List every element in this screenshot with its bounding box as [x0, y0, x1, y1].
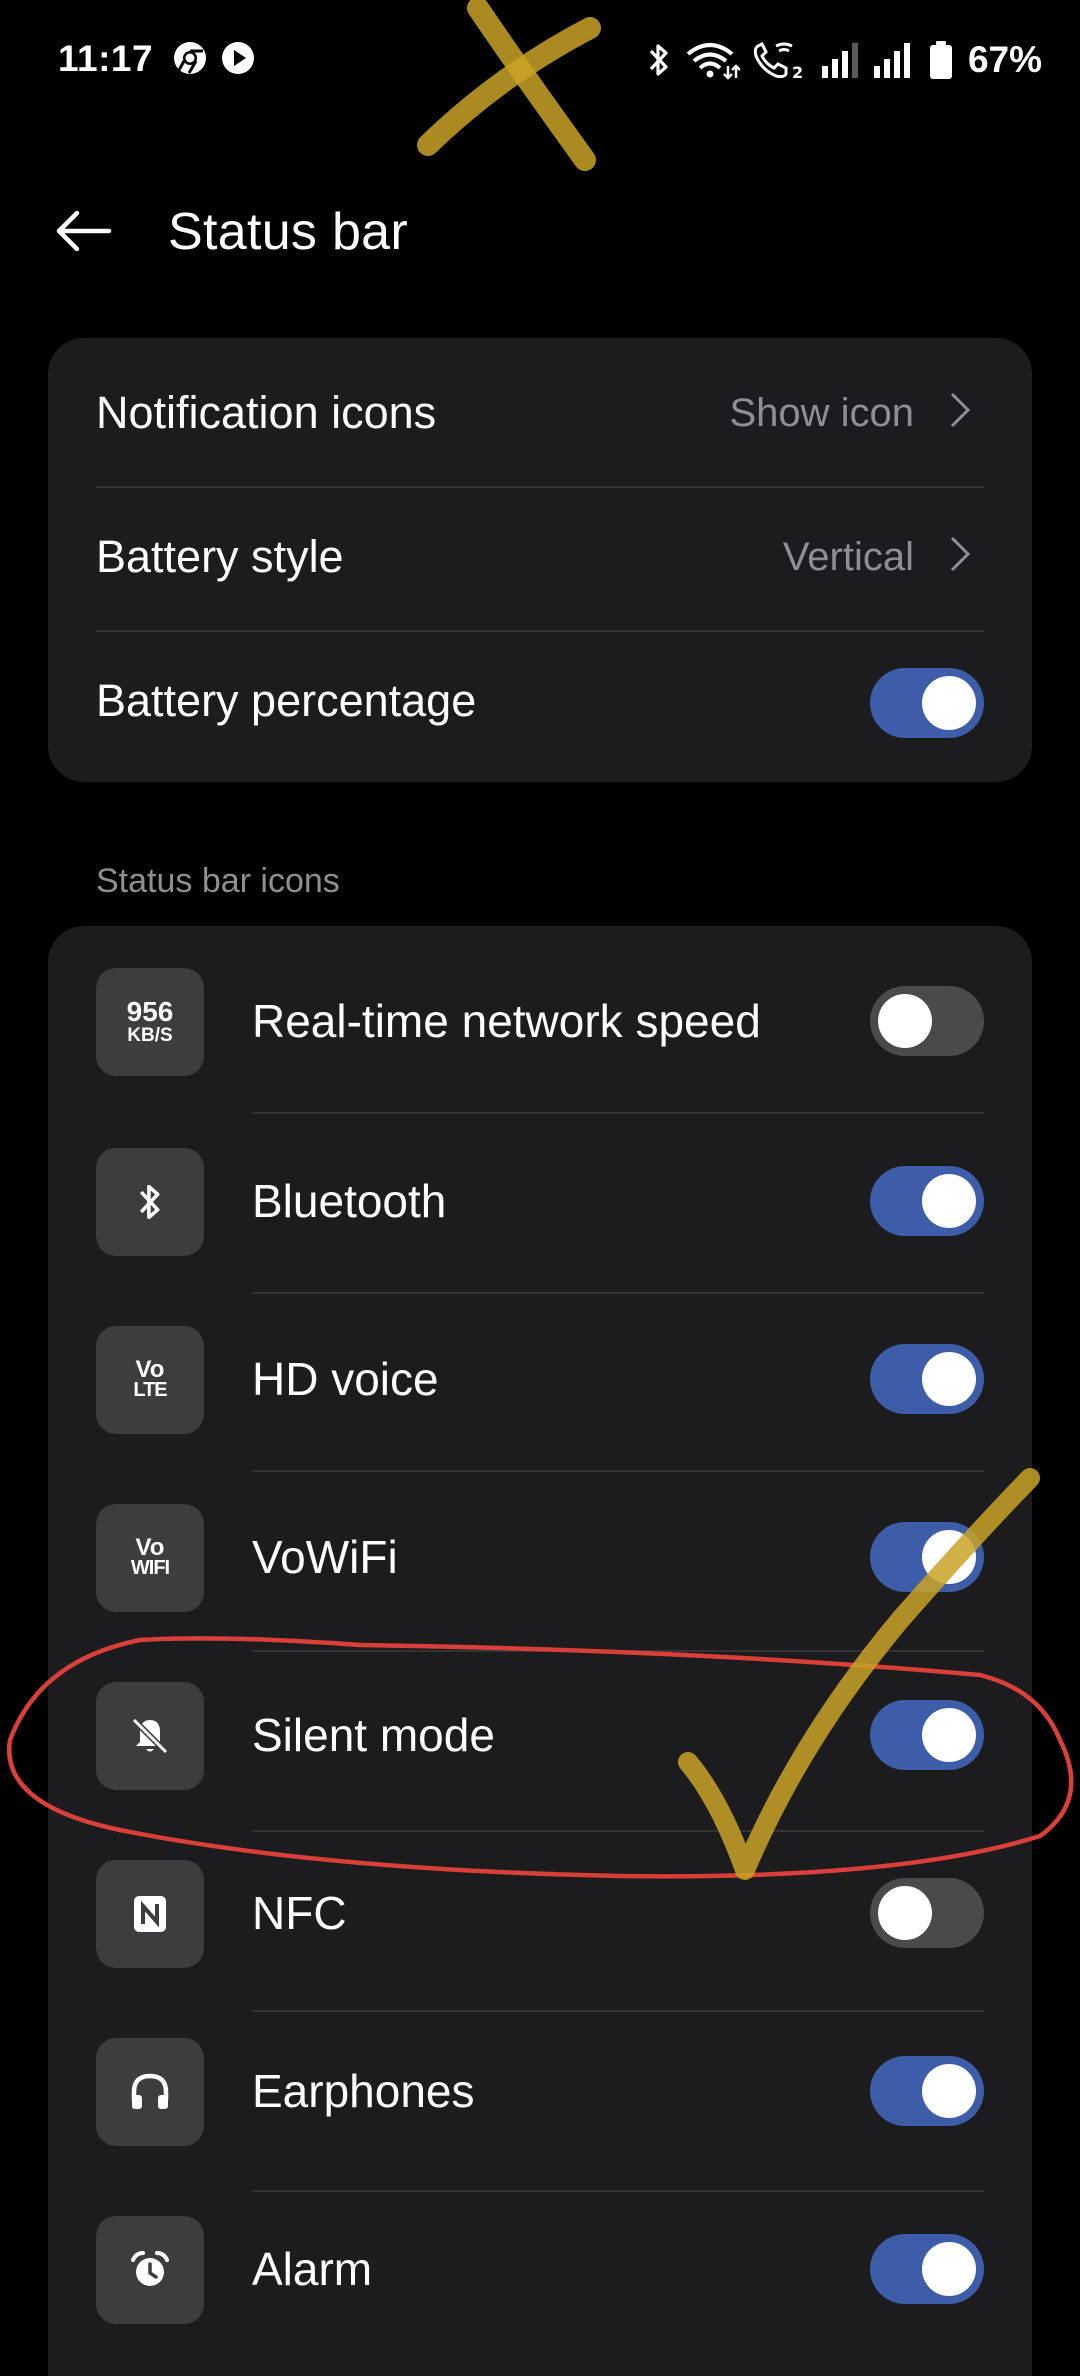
battery-percentage-row[interactable]: Battery percentage — [48, 632, 1032, 782]
row-label: VoWiFi — [252, 1531, 398, 1583]
row-label: Bluetooth — [252, 1175, 447, 1227]
toggle-knob — [922, 1708, 976, 1762]
section-header: Status bar icons — [96, 862, 340, 900]
icon-text: KB/S — [127, 1025, 173, 1046]
icon-text: Vo — [135, 1356, 165, 1383]
row-label: Notification icons — [96, 387, 437, 438]
play-icon — [222, 42, 254, 74]
bluetooth-row[interactable]: Bluetooth — [48, 1112, 1032, 1292]
row-label: Real-time network speed — [252, 995, 761, 1047]
general-settings-card: Notification icons Show icon Battery sty… — [48, 338, 1032, 782]
network-speed-icon: 956 KB/S — [96, 968, 204, 1076]
toggle-knob — [922, 1530, 976, 1584]
nfc-icon — [96, 1860, 204, 1968]
wifi-icon — [686, 43, 740, 80]
silent-mode-toggle[interactable] — [870, 1700, 984, 1770]
svg-text:2: 2 — [792, 63, 803, 80]
alarm-toggle[interactable] — [870, 2234, 984, 2304]
signal-icon — [873, 43, 910, 78]
vowifi-toggle[interactable] — [870, 1522, 984, 1592]
bluetooth-icon — [96, 1148, 204, 1256]
row-label: Alarm — [252, 2243, 373, 2295]
status-right-icons: 2 67% — [646, 34, 1042, 86]
back-button[interactable] — [48, 196, 118, 266]
row-label: HD voice — [252, 1353, 439, 1405]
earphones-row[interactable]: Earphones — [48, 2010, 1032, 2190]
icon-text: LTE — [133, 1379, 167, 1401]
alarm-icon — [96, 2216, 204, 2324]
vowifi-icon: Vo WIFI — [96, 1504, 204, 1612]
signal-icon — [821, 43, 858, 78]
battery-style-row[interactable]: Battery style Vertical — [48, 488, 1032, 632]
bluetooth-toggle[interactable] — [870, 1166, 984, 1236]
toggle-knob — [922, 1352, 976, 1406]
status-bar-icons-card: 956 KB/S Real-time network speed Bluetoo… — [48, 926, 1032, 2376]
toggle-knob — [922, 1174, 976, 1228]
arrow-left-icon — [56, 211, 112, 251]
notification-icons-row[interactable]: Notification icons Show icon — [48, 338, 1032, 482]
icon-text: Vo — [135, 1534, 165, 1561]
network-speed-row[interactable]: 956 KB/S Real-time network speed — [48, 926, 1032, 1106]
icon-text: WIFI — [130, 1557, 170, 1579]
headphones-icon — [96, 2038, 204, 2146]
toggle-knob — [878, 1886, 932, 1940]
bell-off-icon — [96, 1682, 204, 1790]
wifi-call-icon: 2 — [753, 41, 803, 80]
network-speed-toggle[interactable] — [870, 986, 984, 1056]
row-value: Vertical — [782, 535, 914, 579]
row-label: Silent mode — [252, 1709, 495, 1761]
row-label: Battery percentage — [96, 675, 477, 726]
row-label: NFC — [252, 1887, 347, 1939]
row-label: Earphones — [252, 2065, 475, 2117]
battery-percentage-text: 67% — [967, 39, 1042, 80]
battery-percentage-toggle[interactable] — [870, 668, 984, 738]
chrome-icon — [174, 42, 206, 74]
system-status-bar: 11:17 2 67% — [0, 0, 1080, 120]
toggle-knob — [922, 2064, 976, 2118]
bluetooth-icon — [649, 44, 668, 76]
nfc-toggle[interactable] — [870, 1878, 984, 1948]
page-title: Status bar — [168, 203, 409, 261]
status-left-icons — [172, 40, 256, 76]
silent-mode-row[interactable]: Silent mode — [48, 1650, 1032, 1830]
hd-voice-row[interactable]: Vo LTE HD voice — [48, 1292, 1032, 1472]
row-value: Show icon — [729, 391, 914, 435]
status-time: 11:17 — [58, 38, 154, 79]
vowifi-row[interactable]: Vo WIFI VoWiFi — [48, 1470, 1032, 1650]
chevron-right-icon — [950, 392, 971, 428]
toggle-knob — [878, 994, 932, 1048]
alarm-row[interactable]: Alarm — [48, 2190, 1032, 2370]
toggle-knob — [922, 676, 976, 730]
toggle-knob — [922, 2242, 976, 2296]
icon-text: 956 — [126, 996, 174, 1027]
row-label: Battery style — [96, 531, 344, 582]
earphones-toggle[interactable] — [870, 2056, 984, 2126]
hd-voice-toggle[interactable] — [870, 1344, 984, 1414]
chevron-right-icon — [950, 536, 971, 572]
volte-icon: Vo LTE — [96, 1326, 204, 1434]
battery-icon — [929, 41, 952, 79]
nfc-row[interactable]: NFC — [48, 1830, 1032, 2010]
